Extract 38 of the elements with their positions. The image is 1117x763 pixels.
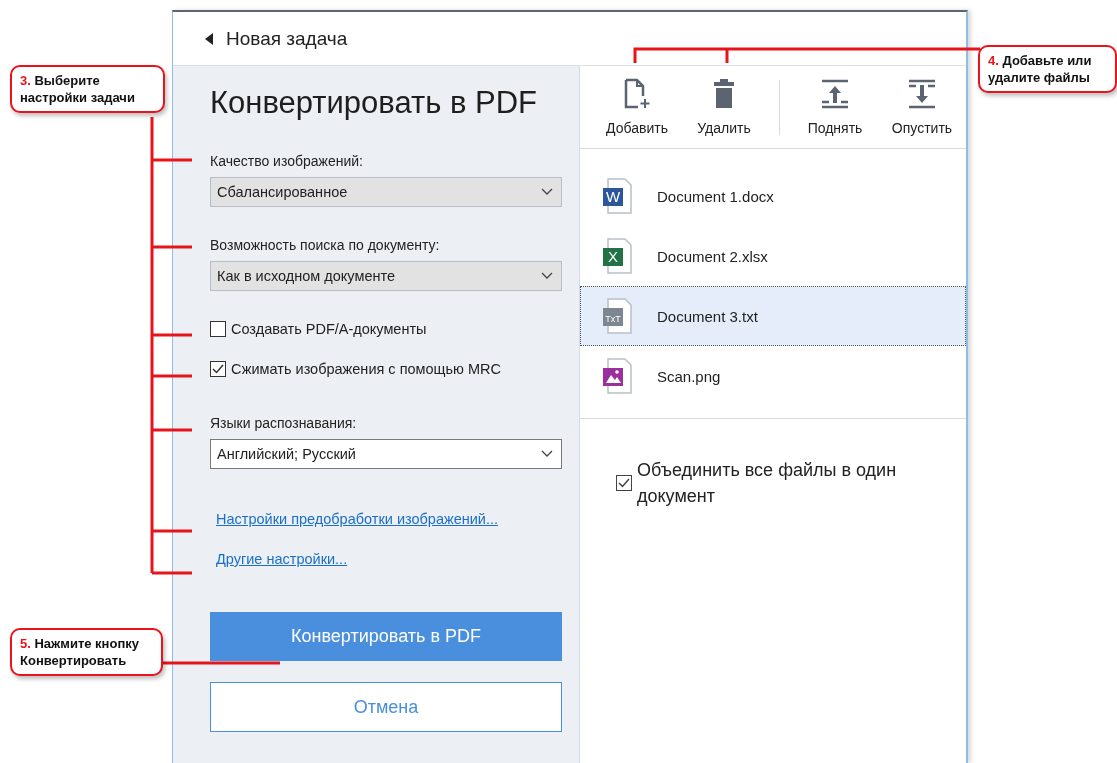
file-name: Document 2.xlsx (657, 247, 768, 265)
callout: 3. Выберите настройки задачи (10, 65, 165, 113)
checkbox[interactable] (210, 321, 226, 337)
callout: 5. Нажмите кнопку Конвертировать (10, 628, 163, 676)
checkbox[interactable] (616, 475, 632, 491)
file-row[interactable]: W Document 1.docx (580, 166, 966, 226)
toolbar-button[interactable]: Удалить (683, 78, 765, 136)
file-row[interactable]: TxT Document 3.txt (580, 286, 966, 346)
chevron-icon (541, 188, 553, 196)
settings-link[interactable]: Другие настройки... (216, 551, 348, 567)
checkbox-label: Создавать PDF/A-документы (231, 321, 427, 337)
move-up-icon (820, 78, 850, 110)
file-name: Document 3.txt (657, 307, 758, 325)
add-file-icon (622, 78, 652, 110)
checkbox-label: Объединить все файлы в один документ (637, 459, 898, 508)
move-down-icon (907, 78, 937, 110)
toolbar-button[interactable]: Поднять (794, 78, 876, 136)
file-row[interactable]: X Document 2.xlsx (580, 226, 966, 286)
callout: 4. Добавьте или удалите файлы (978, 45, 1117, 93)
field-label: Качество изображений: (210, 152, 364, 171)
file-name: Scan.png (657, 367, 721, 385)
checkbox-label: Сжимать изображения с помощью MRC (231, 361, 501, 377)
dropdown[interactable]: Как в исходном документе (210, 261, 562, 291)
file-row[interactable]: Scan.png (580, 346, 966, 406)
file-name: Document 1.docx (657, 187, 774, 205)
back-icon (205, 32, 214, 45)
file-icon (601, 357, 635, 395)
settings-link[interactable]: Настройки предобработки изображений... (216, 511, 499, 527)
dropdown[interactable]: Сбалансированное (210, 177, 562, 207)
dropdown[interactable]: Английский; Русский (210, 439, 562, 469)
panel-title: Конвертировать в PDF (210, 84, 539, 122)
toolbar-button[interactable]: Добавить (596, 78, 678, 136)
toolbar-button[interactable]: Опустить (881, 78, 963, 136)
checkbox[interactable] (210, 361, 226, 377)
chevron-icon (541, 450, 553, 458)
chevron-icon (541, 272, 553, 280)
field-label: Языки распознавания: (210, 414, 358, 433)
field-label: Возможность поиска по документу: (210, 236, 441, 255)
